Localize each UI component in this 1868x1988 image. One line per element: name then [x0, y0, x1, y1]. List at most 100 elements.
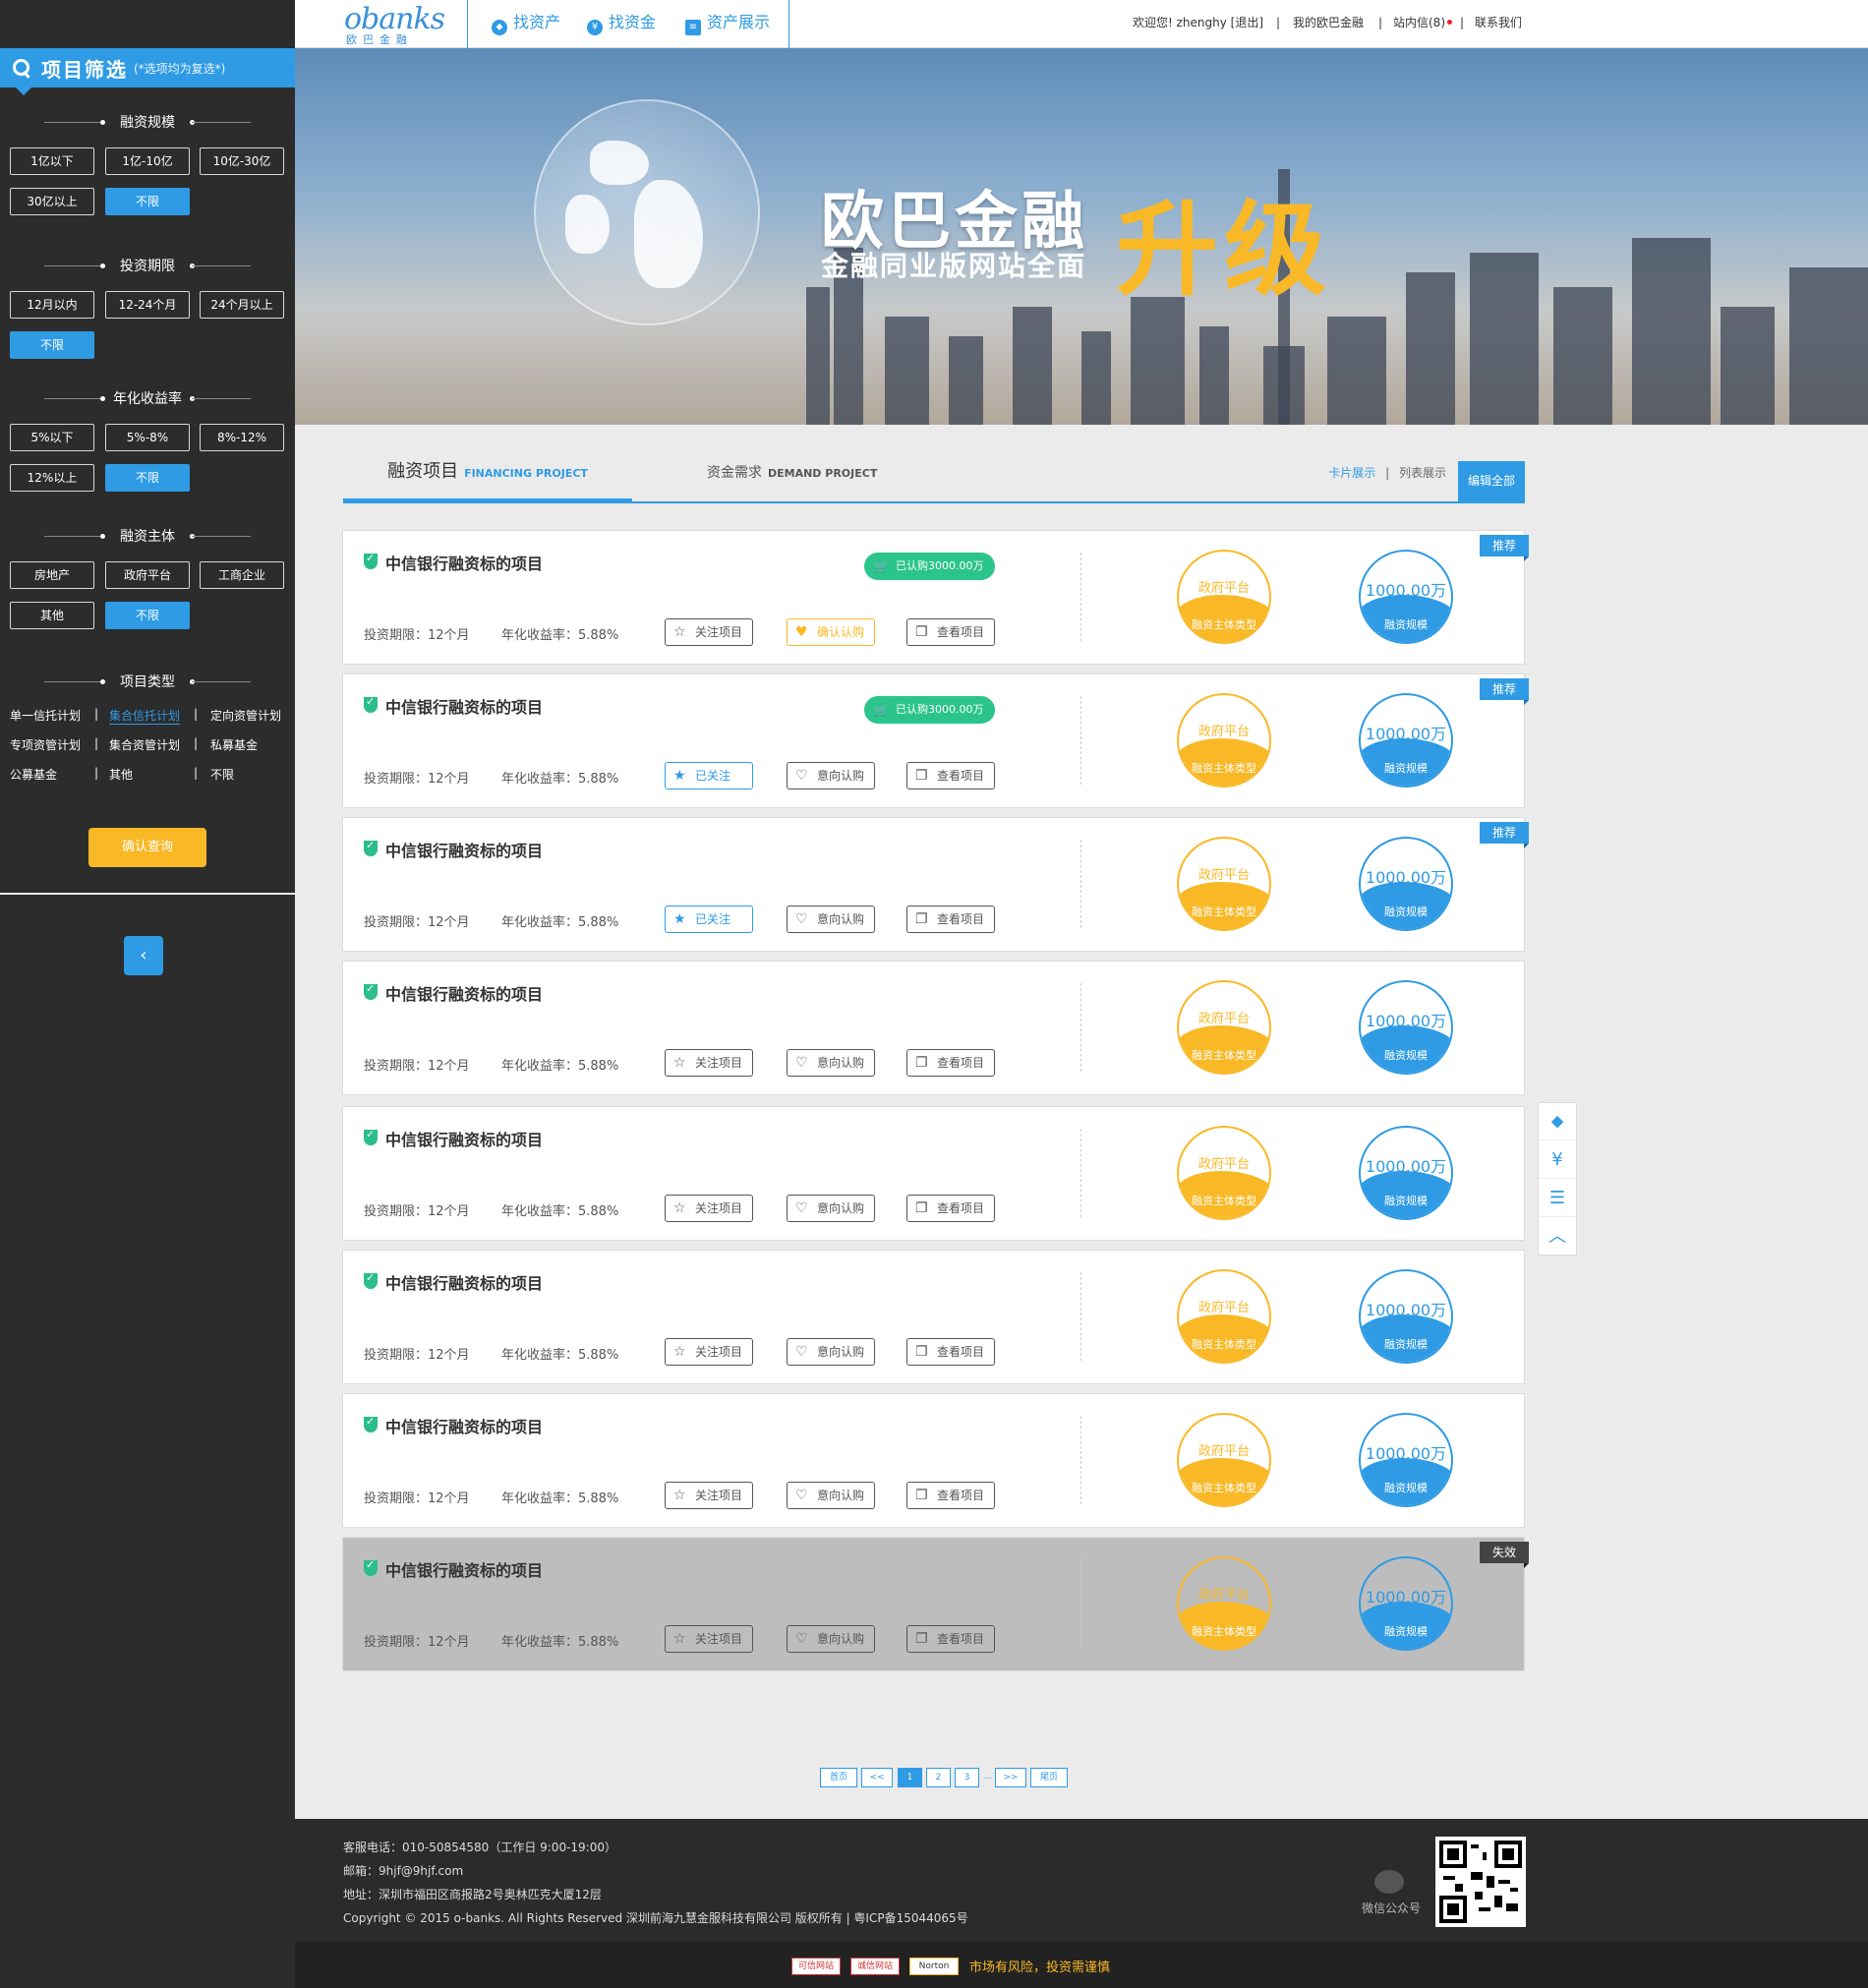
page-first[interactable]: 首页 — [820, 1768, 857, 1787]
follow-project-button[interactable]: ☆ 关注项目 — [665, 1482, 753, 1509]
nav-asset-display[interactable]: ≡ 资产展示 — [685, 0, 770, 48]
intent-subscribe-button[interactable]: ♡ 意向认购 — [787, 1482, 875, 1509]
risk-warning: 市场有风险，投资需谨慎 — [969, 1960, 1111, 1975]
yen-icon[interactable]: ¥ — [1539, 1141, 1576, 1179]
filter-option[interactable]: 房地产 — [10, 561, 94, 589]
follow-project-button[interactable]: ☆ 关注项目 — [665, 618, 753, 646]
project-title[interactable]: 中信银行融资标的项目 — [385, 694, 543, 718]
follow-project-button[interactable]: ☆ 关注项目 — [665, 1195, 753, 1222]
intent-subscribe-button[interactable]: ♡ 意向认购 — [787, 1195, 875, 1222]
filter-option[interactable]: 12-24个月 — [105, 291, 190, 319]
financing-scale-value: 1000.00万 — [1365, 868, 1447, 887]
filter-option[interactable]: 政府平台 — [105, 561, 190, 589]
project-card[interactable]: 中信银行融资标的项目投资期限：12个月 年化收益率：5.88% ☆关注项目 ♡意向认购… — [342, 961, 1525, 1095]
view-project-button[interactable]: ❐ 查看项目 — [906, 1625, 995, 1653]
my-account-link[interactable]: 我的欧巴金融 — [1293, 0, 1364, 48]
page-next[interactable]: >> — [995, 1768, 1026, 1787]
follow-project-button[interactable]: ☆ 关注项目 — [665, 1338, 753, 1366]
view-project-button[interactable]: ❐ 查看项目 — [906, 1482, 995, 1509]
list-view-link[interactable]: 列表展示 — [1399, 466, 1446, 480]
project-card[interactable]: 中信银行融资标的项目 已认购3000.00万投资期限：12个月 年化收益率：5.88… — [342, 673, 1529, 808]
tab-demand-project[interactable]: 资金需求 DEMAND PROJECT — [707, 452, 877, 503]
tab-financing-project[interactable]: 融资项目 FINANCING PROJECT — [343, 452, 632, 503]
type-link[interactable]: 单一信托计划 — [10, 707, 81, 724]
filter-option[interactable]: 5%以下 — [10, 424, 94, 451]
filter-option[interactable]: 工商企业 — [200, 561, 284, 589]
filter-option[interactable]: 8%-12% — [200, 424, 284, 451]
list-icon[interactable]: ☰ — [1539, 1180, 1576, 1217]
followed-button[interactable]: ★ 已关注 — [665, 762, 753, 789]
page-1[interactable]: 1 — [898, 1768, 922, 1787]
nav-find-assets[interactable]: ⬥ 找资产 — [492, 0, 560, 48]
view-project-button[interactable]: ❐ 查看项目 — [906, 906, 995, 933]
filter-option[interactable]: 10亿-30亿 — [200, 147, 284, 175]
page-last[interactable]: 尾页 — [1030, 1768, 1068, 1787]
type-link[interactable]: 不限 — [210, 766, 234, 783]
type-link[interactable]: 集合资管计划 — [109, 736, 180, 753]
type-link[interactable]: 定向资管计划 — [210, 707, 281, 724]
intent-subscribe-button[interactable]: ♡ 意向认购 — [787, 906, 875, 933]
view-project-button[interactable]: ❐ 查看项目 — [906, 618, 995, 646]
intent-subscribe-button[interactable]: ♡ 意向认购 — [787, 762, 875, 789]
project-card[interactable]: 中信银行融资标的项目投资期限：12个月 年化收益率：5.88% ☆关注项目 ♡意向认购… — [342, 1106, 1525, 1241]
filter-option[interactable]: 其他 — [10, 602, 94, 629]
view-project-button[interactable]: ❐ 查看项目 — [906, 1049, 995, 1077]
follow-project-button[interactable]: ☆ 关注项目 — [665, 1625, 753, 1653]
confirm-subscribe-button[interactable]: ♥ 确认认购 — [787, 618, 875, 646]
intent-subscribe-button[interactable]: ♡ 意向认购 — [787, 1049, 875, 1077]
view-project-button[interactable]: ❐ 查看项目 — [906, 1195, 995, 1222]
project-card[interactable]: 中信银行融资标的项目投资期限：12个月 年化收益率：5.88% ☆关注项目 ♡意向认购… — [342, 1393, 1525, 1528]
filter-option[interactable]: 30亿以上 — [10, 188, 94, 215]
intent-subscribe-button[interactable]: ♡ 意向认购 — [787, 1338, 875, 1366]
project-title[interactable]: 中信银行融资标的项目 — [385, 1127, 543, 1150]
filter-option[interactable]: 5%-8% — [105, 424, 190, 451]
verified-shield-icon — [364, 982, 378, 1000]
followed-button[interactable]: ★ 已关注 — [665, 906, 753, 933]
nav-find-funds[interactable]: ¥ 找资金 — [587, 0, 656, 48]
type-link[interactable]: 公募基金 — [10, 766, 57, 783]
project-card[interactable]: 中信银行融资标的项目 已认购3000.00万投资期限：12个月 年化收益率：5.88… — [342, 530, 1529, 665]
page-2[interactable]: 2 — [926, 1768, 951, 1787]
welcome-text[interactable]: 欢迎您! zhenghy [退出] — [1133, 0, 1263, 48]
inbox-link[interactable]: 站内信(8) — [1393, 0, 1452, 48]
tag-icon[interactable]: ⬥ — [1539, 1103, 1576, 1140]
type-link[interactable]: 私募基金 — [210, 736, 258, 753]
view-project-button[interactable]: ❐ 查看项目 — [906, 1338, 995, 1366]
page-3[interactable]: 3 — [955, 1768, 979, 1787]
project-title[interactable]: 中信银行融资标的项目 — [385, 981, 543, 1005]
project-title[interactable]: 中信银行融资标的项目 — [385, 1557, 543, 1581]
project-card[interactable]: 中信银行融资标的项目投资期限：12个月 年化收益率：5.88% ☆关注项目 ♡意向认购… — [342, 1537, 1529, 1671]
project-title[interactable]: 中信银行融资标的项目 — [385, 1414, 543, 1437]
confirm-query-button[interactable]: 确认查询 — [88, 828, 206, 867]
logo[interactable]: obanks 欧巴金融 — [344, 2, 445, 46]
view-project-button[interactable]: ❐ 查看项目 — [906, 762, 995, 789]
intent-subscribe-button[interactable]: ♡ 意向认购 — [787, 1625, 875, 1653]
type-link[interactable]: 专项资管计划 — [10, 736, 81, 753]
page-prev[interactable]: << — [861, 1768, 893, 1787]
financing-scale-label: 融资规模 — [1384, 906, 1428, 918]
project-title[interactable]: 中信银行融资标的项目 — [385, 838, 543, 861]
filter-option[interactable]: 1亿以下 — [10, 147, 94, 175]
follow-project-button[interactable]: ☆ 关注项目 — [665, 1049, 753, 1077]
filter-option-selected[interactable]: 不限 — [10, 331, 94, 359]
back-to-top-icon[interactable]: ︿ — [1539, 1218, 1576, 1256]
project-card[interactable]: 中信银行融资标的项目投资期限：12个月 年化收益率：5.88% ★已关注 ♡意向认购 ❐… — [342, 817, 1529, 952]
collapse-sidebar-button[interactable]: ‹ — [124, 936, 163, 975]
filter-option-selected[interactable]: 不限 — [105, 602, 190, 629]
filter-option[interactable]: 24个月以上 — [200, 291, 284, 319]
type-link[interactable]: 其他 — [109, 766, 133, 783]
project-title[interactable]: 中信银行融资标的项目 — [385, 551, 543, 574]
filter-option[interactable]: 12月以内 — [10, 291, 94, 319]
contact-link[interactable]: 联系我们 — [1475, 0, 1522, 48]
card-view-link[interactable]: 卡片展示 — [1328, 466, 1375, 480]
filter-option-selected[interactable]: 不限 — [105, 464, 190, 492]
filter-option[interactable]: 12%以上 — [10, 464, 94, 492]
project-title[interactable]: 中信银行融资标的项目 — [385, 1270, 543, 1294]
project-card[interactable]: 中信银行融资标的项目投资期限：12个月 年化收益率：5.88% ☆关注项目 ♡意向认购… — [342, 1250, 1525, 1384]
filter-option[interactable]: 1亿-10亿 — [105, 147, 190, 175]
filter-option-selected[interactable]: 不限 — [105, 188, 190, 215]
type-link-selected[interactable]: 集合信托计划 — [109, 707, 181, 725]
entity-type-value: 政府平台 — [1197, 1444, 1250, 1459]
edit-all-button[interactable]: 编辑全部 — [1458, 461, 1525, 501]
card-divider — [1080, 983, 1081, 1072]
